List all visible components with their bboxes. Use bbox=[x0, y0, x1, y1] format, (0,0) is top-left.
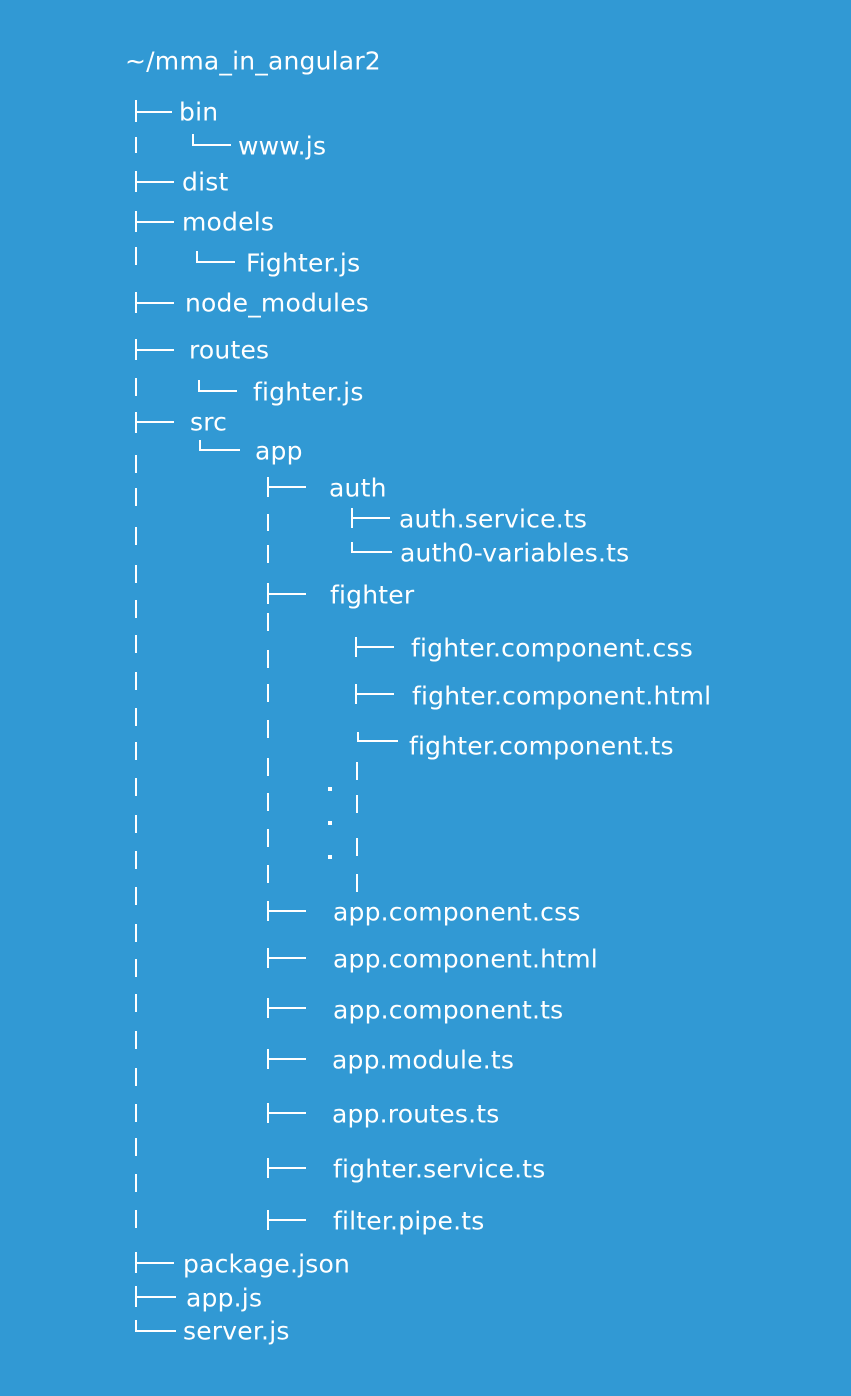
ellipsis-dot bbox=[328, 787, 332, 791]
directory-tree-diagram: ~/mma_in_angular2 bin www.js dist models… bbox=[0, 0, 851, 1396]
folder-dist: dist bbox=[182, 167, 229, 197]
file-fighter-route: fighter.js bbox=[253, 377, 364, 407]
folder-bin: bin bbox=[179, 97, 219, 127]
ellipsis-dot bbox=[328, 855, 332, 859]
file-filter-pipe: filter.pipe.ts bbox=[333, 1206, 485, 1236]
folder-app: app bbox=[255, 436, 303, 466]
folder-routes: routes bbox=[189, 335, 270, 365]
file-app-module: app.module.ts bbox=[332, 1045, 515, 1075]
folder-models: models bbox=[182, 207, 275, 237]
file-app-component-css: app.component.css bbox=[333, 897, 581, 927]
file-server-js: server.js bbox=[183, 1316, 290, 1346]
file-app-routes: app.routes.ts bbox=[332, 1099, 500, 1129]
file-app-js: app.js bbox=[186, 1283, 263, 1313]
file-app-component-html: app.component.html bbox=[333, 944, 598, 974]
file-fighter-service: fighter.service.ts bbox=[333, 1154, 546, 1184]
folder-auth: auth bbox=[329, 473, 387, 503]
root-folder-label: ~/mma_in_angular2 bbox=[125, 46, 381, 76]
file-fighter-component-css: fighter.component.css bbox=[411, 633, 693, 663]
file-package-json: package.json bbox=[183, 1249, 350, 1279]
folder-fighter: fighter bbox=[330, 580, 415, 610]
file-auth-service: auth.service.ts bbox=[399, 504, 588, 534]
file-fighter-model: Fighter.js bbox=[246, 248, 361, 278]
folder-node-modules: node_modules bbox=[185, 288, 370, 318]
file-fighter-component-html: fighter.component.html bbox=[412, 681, 712, 711]
file-www-js: www.js bbox=[238, 131, 327, 161]
ellipsis-dot bbox=[328, 821, 332, 825]
file-fighter-component-ts: fighter.component.ts bbox=[409, 731, 674, 761]
folder-src: src bbox=[190, 407, 228, 437]
file-auth0-variables: auth0-variables.ts bbox=[400, 538, 630, 568]
file-app-component-ts: app.component.ts bbox=[333, 995, 564, 1025]
